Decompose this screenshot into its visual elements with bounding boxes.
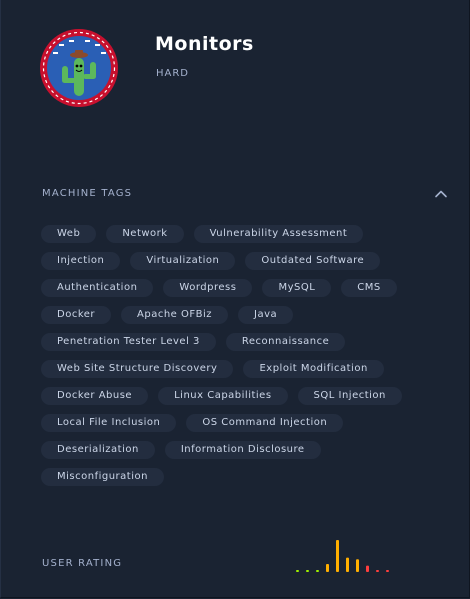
machine-tag[interactable]: Docker Abuse	[41, 387, 149, 405]
rating-bar	[316, 570, 319, 572]
machine-tag[interactable]: Apache OFBiz	[121, 306, 229, 324]
machine-tag[interactable]: Exploit Modification	[243, 360, 384, 378]
machine-avatar	[39, 28, 119, 108]
machine-tag[interactable]: Misconfiguration	[41, 468, 164, 486]
machine-tag[interactable]: Injection	[41, 252, 121, 270]
rating-bar	[386, 570, 389, 572]
collapse-button[interactable]	[433, 186, 449, 200]
rating-bar	[346, 557, 349, 572]
machine-tag[interactable]: Outdated Software	[245, 252, 381, 270]
machine-tag[interactable]: Linux Capabilities	[158, 387, 288, 405]
rating-bar	[296, 570, 299, 572]
rating-bar	[366, 565, 369, 572]
machine-tag[interactable]: Penetration Tester Level 3	[41, 333, 216, 351]
machine-tag[interactable]: Virtualization	[130, 252, 236, 270]
machine-tag[interactable]: Web Site Structure Discovery	[41, 360, 234, 378]
cactus-logo	[40, 29, 118, 107]
machine-name: Monitors	[155, 33, 254, 55]
machine-tag[interactable]: Web	[41, 225, 97, 243]
machine-info-panel: Monitors HARD MACHINE TAGS Web Network Vul…	[0, 0, 470, 598]
rating-bar	[326, 564, 329, 572]
machine-tag[interactable]: Wordpress	[163, 279, 253, 297]
machine-tag[interactable]: CMS	[341, 279, 397, 297]
machine-tag[interactable]: Information Disclosure	[164, 441, 321, 459]
difficulty-label: HARD	[156, 68, 190, 79]
user-rating-chart	[296, 540, 389, 572]
rating-bar	[336, 540, 339, 572]
rating-bar	[356, 559, 359, 572]
machine-tag[interactable]: MySQL	[262, 279, 332, 297]
machine-tag[interactable]: Authentication	[41, 279, 154, 297]
machine-tag[interactable]: Deserialization	[41, 441, 155, 459]
rating-bar	[376, 570, 379, 572]
machine-tag[interactable]: Local File Inclusion	[41, 414, 177, 432]
machine-tag[interactable]: Docker	[41, 306, 112, 324]
machine-tag[interactable]: SQL Injection	[297, 387, 402, 405]
user-rating-title: USER RATING	[42, 558, 123, 569]
machine-tags-list: Web Network Vulnerability Assessment Inject…	[41, 225, 431, 486]
machine-tag[interactable]: Java	[238, 306, 294, 324]
machine-tag[interactable]: OS Command Injection	[186, 414, 344, 432]
machine-tag[interactable]: Reconnaissance	[225, 333, 346, 351]
chevron-up-icon	[435, 190, 447, 198]
machine-tags-title: MACHINE TAGS	[42, 188, 133, 199]
machine-tag[interactable]: Network	[106, 225, 184, 243]
rating-bar	[306, 570, 309, 572]
machine-tag[interactable]: Vulnerability Assessment	[193, 225, 364, 243]
